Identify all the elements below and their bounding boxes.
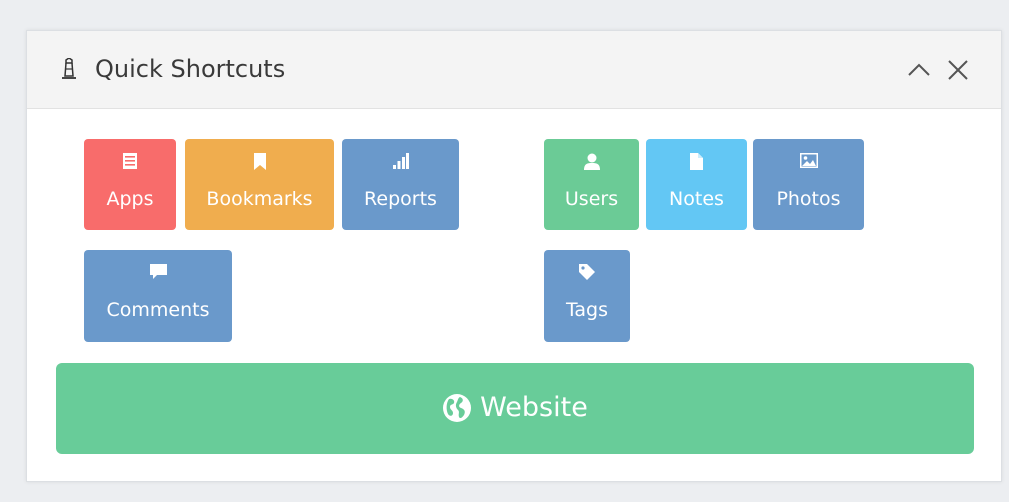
- globe-icon: [443, 394, 472, 422]
- picture-icon: [799, 153, 818, 168]
- shortcut-photos-button[interactable]: Photos: [753, 139, 864, 230]
- shortcut-label: Apps: [106, 188, 154, 210]
- shortcut-label: Photos: [776, 188, 841, 210]
- shortcut-comments-button[interactable]: Comments: [84, 250, 232, 342]
- website-button[interactable]: Website: [56, 363, 974, 454]
- shortcut-reports-button[interactable]: Reports: [342, 139, 459, 230]
- widget-title: Quick Shortcuts: [95, 55, 286, 83]
- shortcut-label: Users: [564, 188, 619, 210]
- shortcut-label: Notes: [669, 188, 724, 210]
- file-icon: [690, 153, 703, 170]
- bookmark-icon: [253, 153, 266, 170]
- website-label: Website: [480, 392, 588, 423]
- shortcut-label: Reports: [364, 188, 437, 210]
- close-icon[interactable]: [945, 57, 971, 83]
- shortcut-label: Comments: [106, 299, 210, 321]
- list-icon: [123, 153, 137, 169]
- shortcut-notes-button[interactable]: Notes: [646, 139, 747, 230]
- user-icon: [583, 153, 600, 170]
- shortcut-tags-button[interactable]: Tags: [544, 250, 630, 342]
- widget-header: Quick Shortcuts: [27, 31, 1001, 109]
- signal-icon: [392, 153, 409, 169]
- comment-icon: [149, 264, 167, 279]
- lighthouse-icon: [62, 58, 76, 79]
- quick-shortcuts-widget: Quick Shortcuts Apps Bookmarks Reports U…: [26, 30, 1002, 482]
- shortcut-users-button[interactable]: Users: [544, 139, 639, 230]
- shortcut-label: Bookmarks: [206, 188, 313, 210]
- shortcut-label: Tags: [565, 299, 609, 321]
- tag-icon: [579, 264, 595, 280]
- shortcut-apps-button[interactable]: Apps: [84, 139, 176, 230]
- chevron-up-icon[interactable]: [906, 57, 932, 83]
- shortcut-bookmarks-button[interactable]: Bookmarks: [185, 139, 334, 230]
